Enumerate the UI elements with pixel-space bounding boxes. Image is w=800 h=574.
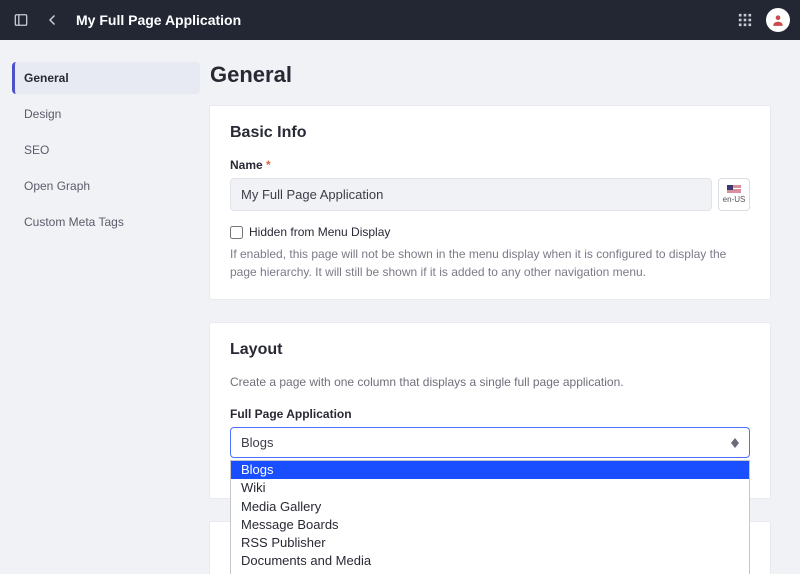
main-panel: General Basic Info Name * My Full Page A… (200, 40, 800, 574)
sidebar-item-design[interactable]: Design (12, 98, 200, 130)
option-documents-and-media[interactable]: Documents and Media (231, 552, 749, 570)
sidebar-item-open-graph[interactable]: Open Graph (12, 170, 200, 202)
topbar: My Full Page Application (0, 0, 800, 40)
full-page-app-dropdown: Blogs Wiki Media Gallery Message Boards … (230, 460, 750, 574)
option-media-gallery[interactable]: Media Gallery (231, 498, 749, 516)
option-wiki[interactable]: Wiki (231, 479, 749, 497)
required-asterisk: * (266, 158, 271, 172)
basic-info-card: Basic Info Name * My Full Page Applicati… (210, 106, 770, 299)
flag-us-icon (727, 185, 741, 194)
basic-info-heading: Basic Info (230, 124, 750, 142)
sidebar-item-general[interactable]: General (12, 62, 200, 94)
select-arrows-icon (731, 438, 739, 448)
page-heading: General (210, 62, 770, 88)
locale-code: en-US (723, 196, 746, 204)
user-avatar[interactable] (766, 8, 790, 32)
sidebar: General Design SEO Open Graph Custom Met… (0, 40, 200, 574)
sidebar-item-custom-meta-tags[interactable]: Custom Meta Tags (12, 206, 200, 238)
full-page-app-label: Full Page Application (230, 407, 750, 421)
sidebar-item-seo[interactable]: SEO (12, 134, 200, 166)
panel-toggle-icon[interactable] (10, 9, 32, 31)
option-message-boards[interactable]: Message Boards (231, 516, 749, 534)
full-page-app-select[interactable]: Blogs (230, 427, 750, 458)
hidden-help-text: If enabled, this page will not be shown … (230, 245, 750, 281)
locale-selector[interactable]: en-US (718, 178, 750, 211)
name-input[interactable]: My Full Page Application (230, 178, 712, 211)
apps-grid-icon[interactable] (734, 9, 756, 31)
back-icon[interactable] (42, 9, 64, 31)
name-label: Name * (230, 158, 750, 172)
option-form[interactable]: Form (231, 571, 749, 574)
layout-desc: Create a page with one column that displ… (230, 375, 750, 389)
option-rss-publisher[interactable]: RSS Publisher (231, 534, 749, 552)
layout-card: Layout Create a page with one column tha… (210, 323, 770, 498)
name-label-text: Name (230, 158, 263, 172)
layout-heading: Layout (230, 341, 750, 359)
page-title-topbar: My Full Page Application (76, 12, 241, 28)
option-blogs[interactable]: Blogs (231, 461, 749, 479)
hidden-from-menu-checkbox[interactable] (230, 226, 243, 239)
hidden-from-menu-label: Hidden from Menu Display (249, 225, 390, 239)
select-value: Blogs (241, 435, 274, 450)
